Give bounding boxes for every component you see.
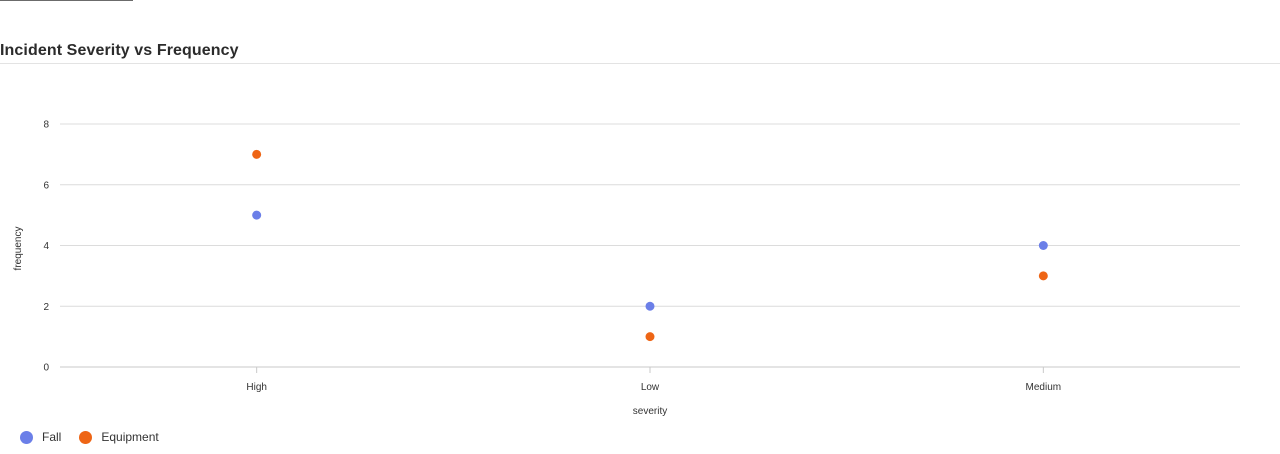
- legend-marker-fall: [20, 430, 33, 444]
- point-fall-medium: [1038, 241, 1048, 250]
- x-tick-label: Medium: [1026, 382, 1062, 393]
- point-equipment-high: [252, 149, 262, 159]
- legend-item-equipment[interactable]: Equipment: [79, 430, 159, 444]
- point-equipment-medium: [1038, 271, 1048, 281]
- legend-marker-equipment: [79, 430, 93, 444]
- legend: Fall Equipment: [20, 430, 177, 444]
- y-tick-label: 0: [43, 363, 49, 374]
- legend-label-equipment: Equipment: [101, 430, 159, 444]
- legend-label-fall: Fall: [42, 430, 62, 444]
- scatter-chart: 0 2 4 6 8 High Low Medium severity frequency: [13, 120, 1240, 417]
- x-tick-label: Low: [641, 382, 660, 393]
- y-axis-title: frequency: [13, 227, 24, 271]
- y-tick-label: 6: [43, 180, 49, 191]
- y-tick-label: 4: [43, 241, 49, 252]
- point-equipment-low: [645, 332, 655, 342]
- legend-item-fall[interactable]: Fall: [20, 430, 61, 444]
- y-tick-label: 2: [43, 302, 49, 313]
- x-tick-label: High: [246, 382, 267, 393]
- point-fall-high: [252, 210, 262, 220]
- point-fall-low: [645, 301, 655, 311]
- x-axis-title: severity: [633, 406, 667, 417]
- y-tick-label: 8: [43, 120, 49, 131]
